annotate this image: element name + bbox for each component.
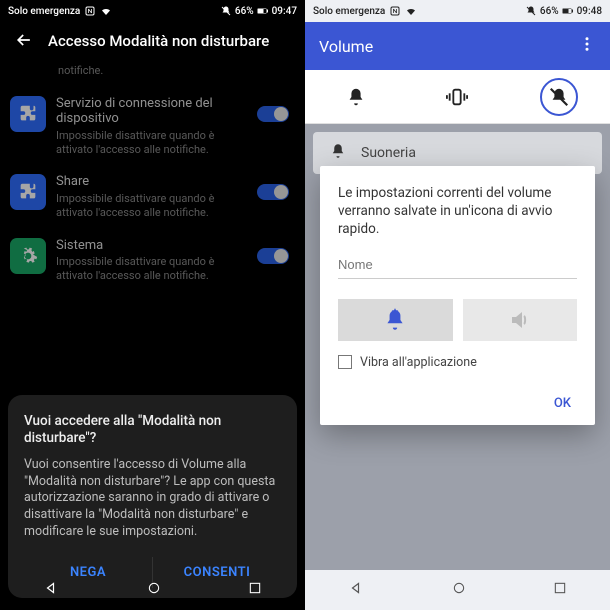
carrier-text: Solo emergenza [313,6,385,17]
menu-icon[interactable] [578,35,596,57]
carrier-text: Solo emergenza [8,6,80,17]
app-list: notifiche. Servizio di connessione del d… [0,64,305,295]
row-label: Suoneria [361,145,416,161]
nfc-icon [389,5,401,17]
mute-icon [525,5,537,17]
item-sub: Impossibile disattivare quando è attivat… [56,129,247,157]
list-item[interactable]: Sistema Impossibile disattivare quando è… [0,232,299,295]
dialog-msg: Le impostazioni correnti del volume verr… [338,184,577,239]
toggle-switch[interactable] [257,248,289,264]
nav-home-icon[interactable] [451,580,467,600]
status-bar-right: Solo emergenza 66% 09:48 [305,0,610,22]
item-title: Share [56,174,247,190]
puzzle-icon [10,174,46,210]
toggle-switch[interactable] [257,106,289,122]
dialog-question: Vuoi accedere alla "Modalità non disturb… [24,413,281,447]
nav-back-icon[interactable] [348,579,366,601]
battery-icon [257,5,269,17]
nav-bar [305,570,610,610]
battery-pct: 66% [540,6,559,17]
bell-icon[interactable] [337,78,375,116]
list-item[interactable]: Share Impossibile disattivare quando è a… [0,168,299,231]
mute-icon [220,5,232,17]
item-title: Sistema [56,238,247,254]
nav-back-icon[interactable] [43,579,61,601]
puzzle-icon [10,96,46,132]
checkbox-label: Vibra all'applicazione [360,355,477,370]
permission-dialog: Vuoi accedere alla "Modalità non disturb… [8,395,297,598]
vibrate-icon[interactable] [438,78,476,116]
name-input[interactable] [338,253,577,279]
appbar-title: Volume [319,37,373,56]
battery-icon [562,5,574,17]
ok-button[interactable]: OK [338,390,577,417]
mute-icon[interactable] [540,78,578,116]
nav-recent-icon[interactable] [552,580,568,600]
nav-bar [0,570,305,610]
clock: 09:47 [272,6,297,17]
toolbar [305,70,610,124]
clock: 09:48 [577,6,602,17]
back-icon[interactable] [14,30,34,54]
save-dialog: Le impostazioni correnti del volume verr… [320,166,595,425]
icon-option-speaker[interactable] [463,299,578,341]
vibrate-checkbox-row[interactable]: Vibra all'applicazione [338,355,577,370]
toggle-switch[interactable] [257,184,289,200]
wifi-icon [100,5,112,17]
battery-pct: 66% [235,6,254,17]
bell-icon [329,142,347,164]
nav-home-icon[interactable] [146,580,162,600]
trail-text: notifiche. [58,64,103,78]
nfc-icon [84,5,96,17]
item-title: Servizio di connessione del dispositivo [56,96,247,127]
item-sub: Impossibile disattivare quando è attivat… [56,255,247,283]
header: Accesso Modalità non disturbare [0,22,305,64]
dialog-body: Vuoi consentire l'accesso di Volume alla… [24,457,281,541]
status-bar-left: Solo emergenza 66% 09:47 [0,0,305,22]
nav-recent-icon[interactable] [247,580,263,600]
gear-icon [10,238,46,274]
checkbox-icon[interactable] [338,355,352,369]
list-item[interactable]: Servizio di connessione del dispositivo … [0,90,299,169]
item-sub: Impossibile disattivare quando è attivat… [56,192,247,220]
page-title: Accesso Modalità non disturbare [48,33,269,50]
wifi-icon [405,5,417,17]
app-bar: Volume [305,22,610,70]
icon-option-bell[interactable] [338,299,453,341]
